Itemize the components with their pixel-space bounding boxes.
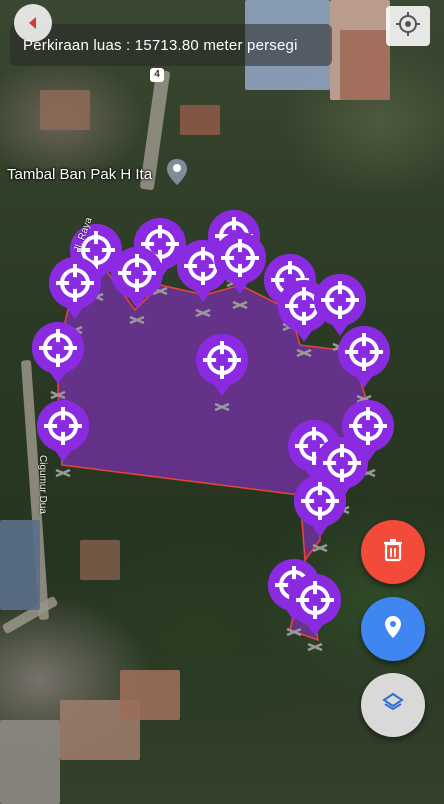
trash-icon — [382, 538, 404, 567]
estimated-area-text: Perkiraan luas : 15713.80 meter persegi — [23, 37, 298, 54]
road-label: Cigumur Dua — [37, 455, 48, 514]
my-location-button[interactable] — [386, 6, 430, 46]
layers-icon — [382, 692, 404, 719]
place-label[interactable]: Tambal Ban Pak H Ita — [7, 166, 152, 183]
back-arrow-icon — [26, 16, 40, 30]
crosshair-gps-icon — [395, 11, 421, 42]
add-location-button[interactable] — [361, 597, 425, 661]
route-number-shield: 4 — [150, 68, 164, 82]
delete-button[interactable] — [361, 520, 425, 584]
poi-pin-icon[interactable] — [166, 158, 188, 191]
map-layers-button[interactable] — [361, 673, 425, 737]
location-pin-icon — [384, 615, 402, 644]
